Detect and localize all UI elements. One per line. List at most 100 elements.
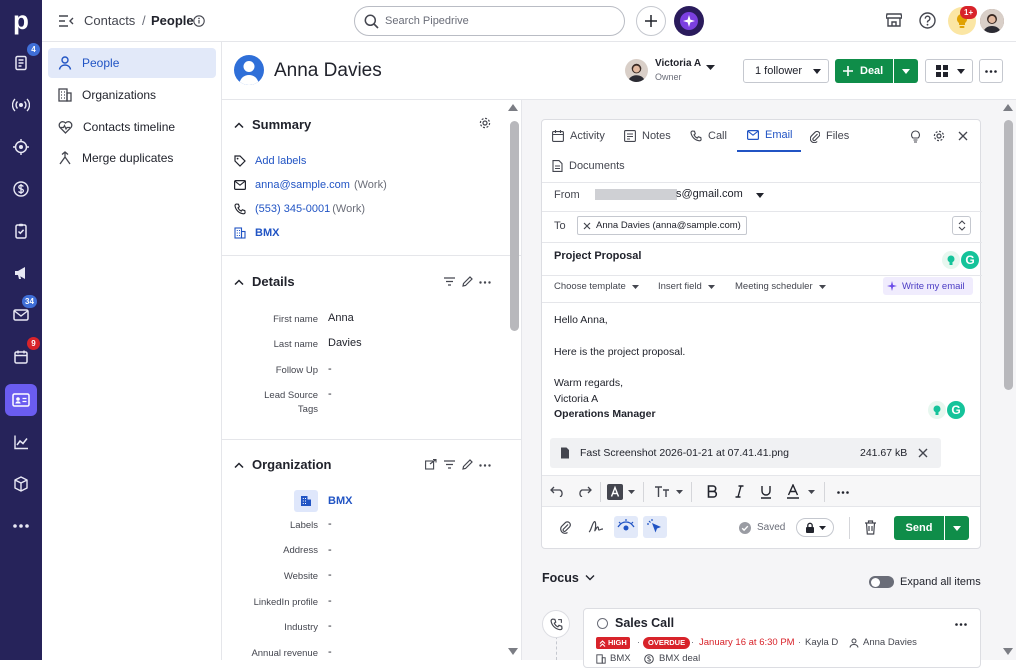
add-deal-button[interactable]: Deal [835,59,893,83]
edit-link-icon[interactable] [425,459,437,470]
scroll-down-icon[interactable] [508,648,518,655]
font-color-icon[interactable] [607,484,623,500]
activity-card[interactable]: Sales Call HIGH · OVERDUE · January 16 a… [583,608,981,668]
visibility-dropdown[interactable] [796,518,834,537]
breadcrumb-parent[interactable]: Contacts [84,13,135,28]
ai-helper-icon[interactable] [909,130,922,143]
ellipsis-icon[interactable] [479,281,491,284]
tab-call[interactable]: Call [690,120,727,152]
tab-notes[interactable]: Notes [624,120,671,152]
subnav-item-organizations[interactable]: Organizations [48,80,216,110]
scroll-down-icon[interactable] [1003,648,1013,655]
gear-icon[interactable] [479,117,491,129]
contacts-icon[interactable] [5,384,37,416]
email-body-editor[interactable]: Hello Anna, Here is the project proposal… [554,313,934,423]
settings-gear-icon[interactable] [933,130,945,142]
focus-section-toggle[interactable]: Focus [542,571,595,585]
add-labels-row[interactable]: Add labels [234,155,306,167]
field-value[interactable]: - [328,646,332,658]
close-composer-icon[interactable] [958,131,968,141]
meeting-scheduler-dropdown[interactable]: Meeting scheduler [735,281,826,292]
target-icon[interactable] [5,131,37,163]
info-icon[interactable] [193,15,205,27]
person-name[interactable]: Anna Davies [274,60,382,82]
org-link[interactable]: BMX [255,227,279,239]
bold-icon[interactable] [707,485,718,498]
search-input[interactable]: Search Pipedrive [354,6,625,36]
subnav-item-people[interactable]: People [48,48,216,78]
follower-button[interactable]: 1 follower [743,59,829,83]
text-color-icon[interactable] [786,484,800,499]
tab-files[interactable]: Files [810,120,849,152]
cc-bcc-toggle[interactable] [952,216,971,235]
italic-icon[interactable] [735,485,744,498]
filter-icon[interactable] [444,460,455,469]
deal-dropdown-button[interactable] [894,59,918,83]
linked-deal[interactable]: BMX deal [659,653,700,664]
more-actions-button[interactable] [979,59,1003,83]
tab-email[interactable]: Email [737,120,801,152]
subject-input[interactable]: Project Proposal [554,250,641,262]
ai-assistant-button[interactable] [674,6,704,36]
underline-icon[interactable] [760,485,772,499]
write-my-email-button[interactable]: Write my email [883,277,973,295]
marketplace-icon[interactable] [886,12,902,28]
field-value[interactable]: Anna [328,312,354,324]
field-value[interactable]: Davies [328,337,362,349]
signature-icon[interactable] [588,520,604,534]
megaphone-icon[interactable] [5,257,37,289]
pipedrive-logo[interactable]: p [8,6,34,34]
email-link[interactable]: anna@sample.com [255,179,350,191]
undo-icon[interactable] [550,486,565,497]
organization-section-toggle[interactable]: Organization [234,457,331,472]
field-value[interactable]: - [328,544,332,556]
subnav-item-contacts-timeline[interactable]: Contacts timeline [48,112,216,142]
pencil-icon[interactable] [462,276,473,287]
org-name-link[interactable]: BMX [328,495,352,507]
pencil-icon[interactable] [462,459,473,470]
broadcast-icon[interactable] [5,89,37,121]
attachment-chip[interactable]: Fast Screenshot 2026-01-21 at 07.41.41.p… [550,438,941,468]
recipient-chip[interactable]: Anna Davies (anna@sample.com) [577,216,747,235]
details-scrollbar[interactable] [510,121,519,331]
send-button[interactable]: Send [894,516,944,540]
more-icon[interactable] [5,510,37,542]
activity-scrollbar[interactable] [1004,120,1013,390]
field-value[interactable]: - [328,518,332,530]
text-size-icon[interactable] [654,485,670,498]
tasks-icon[interactable] [5,215,37,247]
scroll-up-icon[interactable] [508,104,518,111]
trash-icon[interactable] [864,520,877,535]
complete-activity-checkbox[interactable] [597,618,608,629]
details-section-toggle[interactable]: Details [234,274,295,289]
ellipsis-icon[interactable] [479,464,491,467]
quick-add-button[interactable] [636,6,666,36]
linked-person[interactable]: Anna Davies [863,637,917,648]
tab-documents[interactable]: Documents [552,150,625,182]
filter-icon[interactable] [444,277,455,286]
user-avatar[interactable] [980,9,1004,33]
activity-title[interactable]: Sales Call [615,616,674,630]
linked-org[interactable]: BMX [610,653,631,664]
redo-icon[interactable] [577,486,592,497]
activity-more-icon[interactable] [955,623,967,626]
collapse-menu-icon[interactable] [58,14,74,28]
field-value[interactable]: - [328,569,332,581]
grammarly-widget[interactable]: G [942,250,980,270]
field-value[interactable]: - [328,388,332,400]
insert-field-dropdown[interactable]: Insert field [658,281,715,292]
from-chevron-icon[interactable] [756,193,764,198]
field-value[interactable]: - [328,363,332,375]
attach-file-icon[interactable] [560,520,571,535]
more-formatting-icon[interactable] [837,491,849,494]
phone-link[interactable]: (553) 345-0001 [255,203,330,215]
add-labels-link[interactable]: Add labels [255,155,306,167]
scroll-up-icon[interactable] [1003,104,1013,111]
owner-name[interactable]: Victoria A [655,58,701,69]
field-value[interactable]: - [328,595,332,607]
grammarly-widget[interactable]: G [928,400,966,420]
subnav-item-merge-duplicates[interactable]: Merge duplicates [48,143,216,173]
help-icon[interactable] [919,12,936,29]
send-options-button[interactable] [945,516,969,540]
insights-icon[interactable] [5,426,37,458]
